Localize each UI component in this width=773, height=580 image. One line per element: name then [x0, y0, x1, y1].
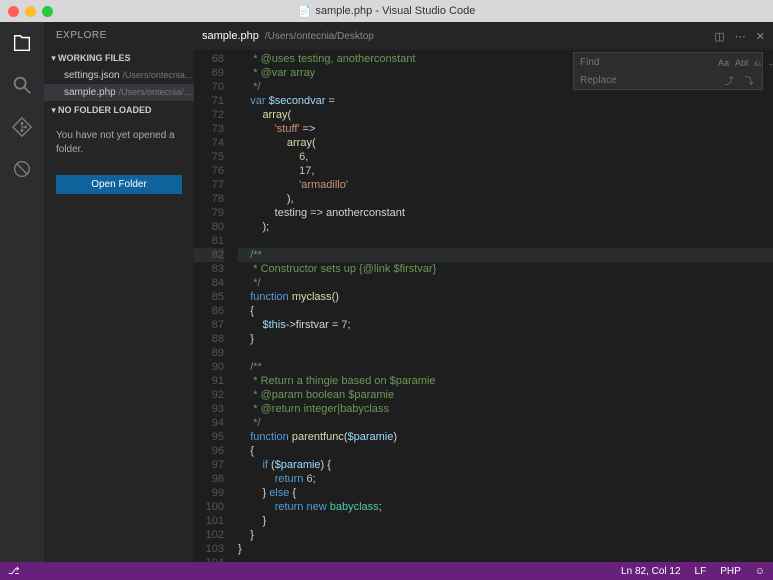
replace-one-icon[interactable]: ⤴ — [722, 74, 736, 86]
titlebar: 📄 sample.php - Visual Studio Code — [0, 0, 773, 22]
working-files-header[interactable]: WORKING FILES — [44, 49, 194, 67]
debug-icon[interactable] — [11, 158, 33, 180]
replace-all-icon[interactable]: ⤵ — [742, 74, 756, 86]
code-area[interactable]: 6869707172737475767778798081828384858687… — [194, 50, 773, 562]
git-icon[interactable] — [11, 116, 33, 138]
maximize-window[interactable] — [42, 6, 53, 17]
tab-bar: sample.php /Users/ontecnia/Desktop ◫ ⋯ ✕ — [194, 22, 773, 50]
close-tab-icon[interactable]: ✕ — [756, 30, 765, 43]
split-editor-icon[interactable]: ◫ — [714, 30, 724, 43]
no-folder-header[interactable]: NO FOLDER LOADED — [44, 101, 194, 119]
file-item[interactable]: sample.php /Users/ontecnia/... — [44, 84, 194, 101]
file-icon: 📄 — [298, 5, 312, 18]
status-language[interactable]: PHP — [720, 566, 741, 577]
tab-path: /Users/ontecnia/Desktop — [265, 31, 374, 42]
file-item[interactable]: settings.json /Users/ontecnia... — [44, 67, 194, 84]
line-gutter: 6869707172737475767778798081828384858687… — [194, 50, 232, 562]
search-icon[interactable] — [11, 74, 33, 96]
replace-input[interactable] — [580, 75, 716, 86]
find-input[interactable] — [580, 57, 712, 68]
status-git-icon[interactable]: ⎇ — [8, 566, 20, 577]
match-word-icon[interactable]: Abl — [735, 56, 748, 68]
prev-match-icon[interactable]: ← — [767, 56, 773, 68]
minimize-window[interactable] — [25, 6, 36, 17]
no-folder-message: You have not yet opened a folder. — [44, 119, 194, 167]
status-position[interactable]: Ln 82, Col 12 — [621, 566, 681, 577]
editor: sample.php /Users/ontecnia/Desktop ◫ ⋯ ✕… — [194, 22, 773, 562]
find-widget: Aa Abl ⎌ ← → ≡ ✕ ⤴ ⤵ — [573, 52, 763, 90]
window-title: sample.php - Visual Studio Code — [315, 5, 475, 17]
tab-name[interactable]: sample.php — [202, 30, 259, 42]
regex-icon[interactable]: ⎌ — [754, 56, 761, 68]
sidebar: EXPLORE WORKING FILES settings.json /Use… — [44, 22, 194, 562]
window-controls — [0, 6, 53, 17]
explorer-icon[interactable] — [11, 32, 33, 54]
close-window[interactable] — [8, 6, 19, 17]
status-feedback-icon[interactable]: ☺ — [755, 566, 765, 577]
code-content[interactable]: * @uses testing, anotherconstant * @var … — [232, 50, 773, 562]
activity-bar — [0, 22, 44, 562]
more-icon[interactable]: ⋯ — [735, 30, 746, 43]
open-folder-button[interactable]: Open Folder — [56, 175, 182, 194]
sidebar-title: EXPLORE — [44, 22, 194, 49]
status-bar: ⎇ Ln 82, Col 12 LF PHP ☺ — [0, 562, 773, 580]
match-case-icon[interactable]: Aa — [718, 56, 729, 68]
status-eol[interactable]: LF — [695, 566, 707, 577]
